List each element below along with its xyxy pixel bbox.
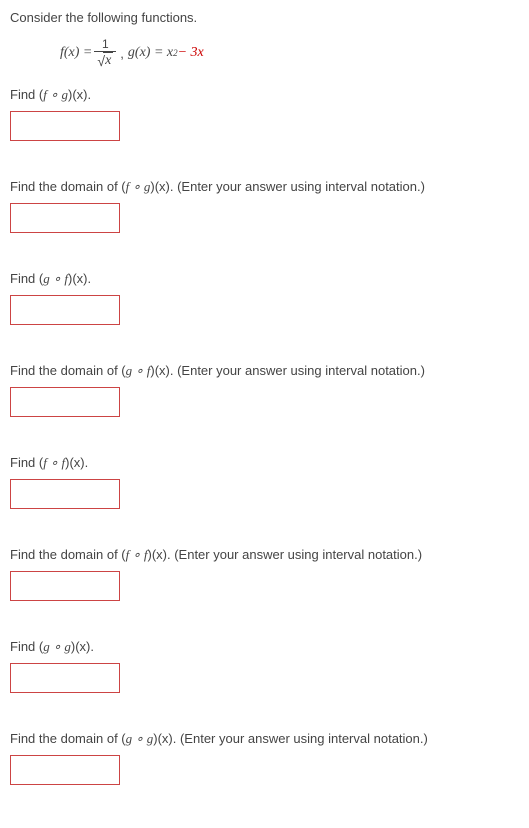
gx-label: g(x) = x xyxy=(128,45,173,61)
answer-input-fof[interactable] xyxy=(10,479,120,509)
prompt-fog: Find (f ∘ g)(x). xyxy=(10,87,519,103)
fx-label: f(x) = xyxy=(60,45,92,61)
answer-input-fog[interactable] xyxy=(10,111,120,141)
prompt-gof: Find (g ∘ f)(x). xyxy=(10,271,519,287)
prompt-domain-gof: Find the domain of (g ∘ f)(x). (Enter yo… xyxy=(10,363,519,379)
prompt-domain-fog: Find the domain of (f ∘ g)(x). (Enter yo… xyxy=(10,179,519,195)
answer-input-domain-fog[interactable] xyxy=(10,203,120,233)
prompt-domain-gog: Find the domain of (g ∘ g)(x). (Enter yo… xyxy=(10,731,519,747)
answer-input-domain-fof[interactable] xyxy=(10,571,120,601)
answer-input-domain-gog[interactable] xyxy=(10,755,120,785)
fraction: 1 √ x xyxy=(94,37,116,69)
answer-input-gof[interactable] xyxy=(10,295,120,325)
sqrt: √ x xyxy=(97,52,113,69)
prompt-domain-fof: Find the domain of (f ∘ f)(x). (Enter yo… xyxy=(10,547,519,563)
answer-input-gog[interactable] xyxy=(10,663,120,693)
numerator: 1 xyxy=(99,37,112,51)
prompt-gog: Find (g ∘ g)(x). xyxy=(10,639,519,655)
minus-3x: − 3x xyxy=(178,45,204,61)
intro-text: Consider the following functions. xyxy=(10,10,519,25)
function-definitions: f(x) = 1 √ x , g(x) = x2 − 3x xyxy=(60,37,519,69)
prompt-fof: Find (f ∘ f)(x). xyxy=(10,455,519,471)
answer-input-domain-gof[interactable] xyxy=(10,387,120,417)
